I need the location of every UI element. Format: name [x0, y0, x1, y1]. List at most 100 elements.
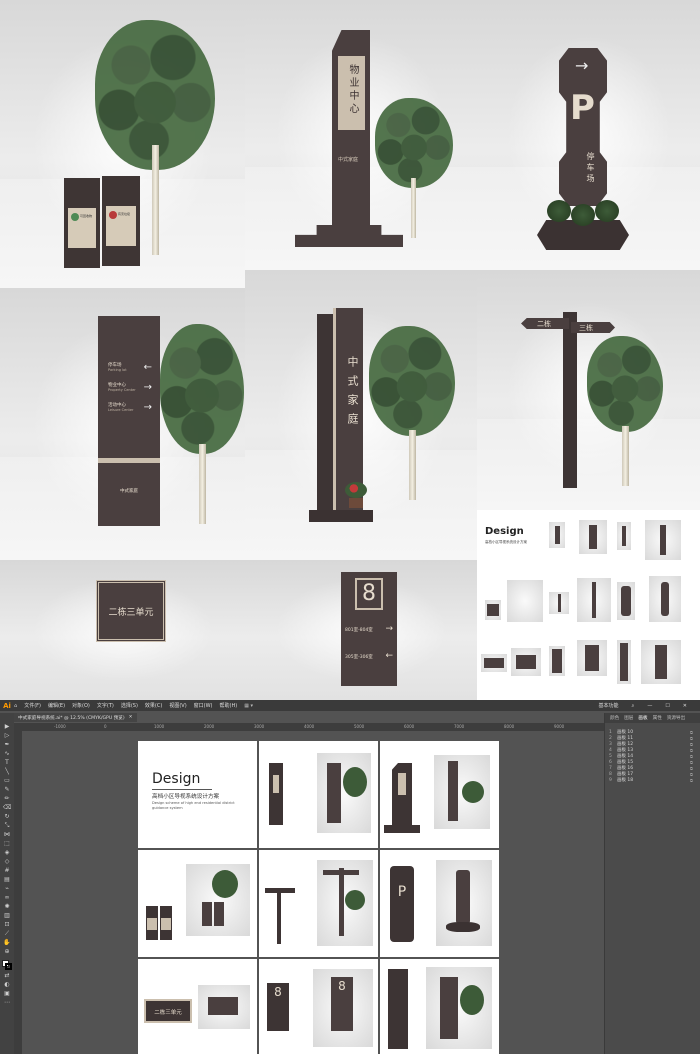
menu-item[interactable]: 选择(S) [121, 702, 138, 709]
tab-color[interactable]: 颜色 [610, 715, 619, 721]
width-tool-icon[interactable]: ⋈ [3, 831, 11, 838]
artboard[interactable]: P [380, 850, 499, 957]
render-property-sign: 物业中心 中式家庭 [245, 0, 477, 270]
fill-stroke-swatch[interactable] [2, 960, 12, 970]
screen-mode-icon[interactable]: ▣ [3, 990, 11, 997]
artboard-options-icon: ⧉ [690, 765, 693, 771]
artboard[interactable] [259, 850, 378, 957]
artboard[interactable]: 二栋三单元 [138, 959, 257, 1054]
workspace-label[interactable]: 基本功能 [598, 702, 618, 709]
hand-tool-icon[interactable]: ✋ [3, 939, 11, 946]
tab-asset-export[interactable]: 资源导出 [667, 715, 685, 721]
symbol-sprayer-tool-icon[interactable]: ✺ [3, 903, 11, 910]
thumb [549, 646, 565, 676]
thumb [577, 640, 607, 676]
more-tools-icon[interactable]: ⋯ [3, 999, 11, 1006]
direct-selection-tool-icon[interactable]: ▷ [3, 732, 11, 739]
menu-bar: Ai ⌂ 文件(F) 编辑(E) 对象(O) 文字(T) 选择(S) 效果(C)… [0, 700, 700, 711]
horizontal-ruler[interactable]: -1000 0 1000 2000 3000 4000 5000 6000 70… [14, 723, 604, 731]
render-overview-sheet: Design 高档小区导视系统设计方案 [477, 510, 700, 700]
type-tool-icon[interactable]: T [3, 759, 11, 766]
sign-base-drawing [384, 825, 420, 833]
curvature-tool-icon[interactable]: ∿ [3, 750, 11, 757]
artboard[interactable] [380, 741, 499, 848]
close-icon[interactable]: ✕ [683, 703, 687, 709]
menu-item[interactable]: 编辑(E) [48, 702, 65, 709]
menu-item[interactable]: 视图(V) [169, 702, 186, 709]
menu-item[interactable]: 窗口(W) [194, 702, 213, 709]
scale-tool-icon[interactable]: ⤡ [3, 822, 11, 829]
blend-tool-icon[interactable]: ∞ [3, 894, 11, 901]
artboard-tool-icon[interactable]: ⊡ [3, 921, 11, 928]
render-recycle-bins: 可回收物 有害垃圾 [0, 0, 245, 288]
pencil-tool-icon[interactable]: ✏ [3, 795, 11, 802]
artboard-options-icon: ⧉ [690, 729, 693, 735]
shape-builder-tool-icon[interactable]: ◈ [3, 849, 11, 856]
menu-item[interactable]: 效果(C) [145, 702, 162, 709]
parking-sign-drawing: P [390, 866, 414, 942]
screenshot-root: 可回收物 有害垃圾 物业中心 中式家庭 → P 停车场 停车场 Parking … [0, 0, 700, 1054]
thumb [645, 520, 681, 560]
home-icon[interactable]: ⌂ [14, 703, 17, 709]
directory-drawing [388, 969, 408, 1049]
artboard-design-title: Design [152, 771, 201, 787]
canvas-area[interactable]: Design 高档小区导视系统设计方案 Design scheme of hig… [22, 731, 604, 1054]
recycle-icon [71, 213, 79, 221]
perspective-tool-icon[interactable]: ◇ [3, 858, 11, 865]
maximize-icon[interactable]: ☐ [665, 703, 669, 709]
artboard[interactable]: Design 高档小区导视系统设计方案 Design scheme of hig… [138, 741, 257, 848]
thumb [507, 580, 543, 622]
artboard[interactable] [138, 850, 257, 957]
paintbrush-tool-icon[interactable]: ✎ [3, 786, 11, 793]
menu-item[interactable]: 文件(F) [24, 702, 41, 709]
artboard[interactable] [259, 741, 378, 848]
artboard[interactable] [380, 959, 499, 1054]
eyedropper-tool-icon[interactable]: ⌁ [3, 885, 11, 892]
thumb [649, 576, 681, 622]
tab-layers[interactable]: 图层 [624, 715, 633, 721]
menu-item[interactable]: 对象(O) [72, 702, 90, 709]
render-thumb [436, 860, 492, 946]
gradient-tool-icon[interactable]: ▤ [3, 876, 11, 883]
mesh-tool-icon[interactable]: # [3, 867, 11, 874]
selection-tool-icon[interactable]: ▶ [3, 723, 11, 730]
artboard-options-icon: ⧉ [690, 777, 693, 783]
zoom-tool-icon[interactable]: ⊕ [3, 948, 11, 955]
door-number-box: 8 [355, 578, 383, 610]
graph-tool-icon[interactable]: ▥ [3, 912, 11, 919]
workspace-switcher-icon[interactable]: ▦ ▾ [244, 703, 253, 709]
minimize-icon[interactable]: — [647, 703, 652, 709]
recycle-bin-right: 有害垃圾 [102, 176, 140, 266]
swap-colors-icon[interactable]: ⇄ [3, 972, 11, 979]
thumb [485, 600, 501, 620]
app-logo[interactable]: Ai [0, 700, 14, 711]
door-row: 801室-804室 → [345, 624, 393, 634]
draw-mode-icon[interactable]: ◐ [3, 981, 11, 988]
fingerpost-arm-left: 二栋 [521, 318, 569, 329]
close-tab-icon[interactable]: ✕ [129, 715, 133, 720]
thumb [641, 640, 681, 684]
line-tool-icon[interactable]: ╲ [3, 768, 11, 775]
search-icon[interactable]: ⌕ [632, 703, 635, 709]
free-transform-tool-icon[interactable]: ⬚ [3, 840, 11, 847]
document-tab[interactable]: 中式家庭导视系统.ai* @ 12.5% (CMYK/GPU 预览) ✕ [14, 713, 137, 722]
tab-properties[interactable]: 属性 [653, 715, 662, 721]
tab-artboards[interactable]: 画板 [638, 715, 647, 721]
artboard-row[interactable]: 9 画板 18 ⧉ [605, 777, 700, 784]
artboard[interactable]: 8 8 [259, 959, 378, 1054]
menu-item[interactable]: 帮助(H) [220, 702, 238, 709]
render-plaque: 二栋三单元 [0, 560, 245, 700]
render-thumb [186, 864, 250, 936]
arrow-right-icon: → [575, 56, 589, 75]
menu-item[interactable]: 文字(T) [97, 702, 114, 709]
rotate-tool-icon[interactable]: ↻ [3, 813, 11, 820]
vertical-ruler[interactable] [14, 731, 22, 1054]
render-thumb [434, 755, 490, 829]
render-thumb [317, 860, 373, 946]
thumb [577, 578, 611, 622]
slice-tool-icon[interactable]: ⟋ [3, 930, 11, 937]
pen-tool-icon[interactable]: ✒ [3, 741, 11, 748]
fingerpost-pole [563, 312, 577, 488]
rectangle-tool-icon[interactable]: ▭ [3, 777, 11, 784]
eraser-tool-icon[interactable]: ⌫ [3, 804, 11, 811]
